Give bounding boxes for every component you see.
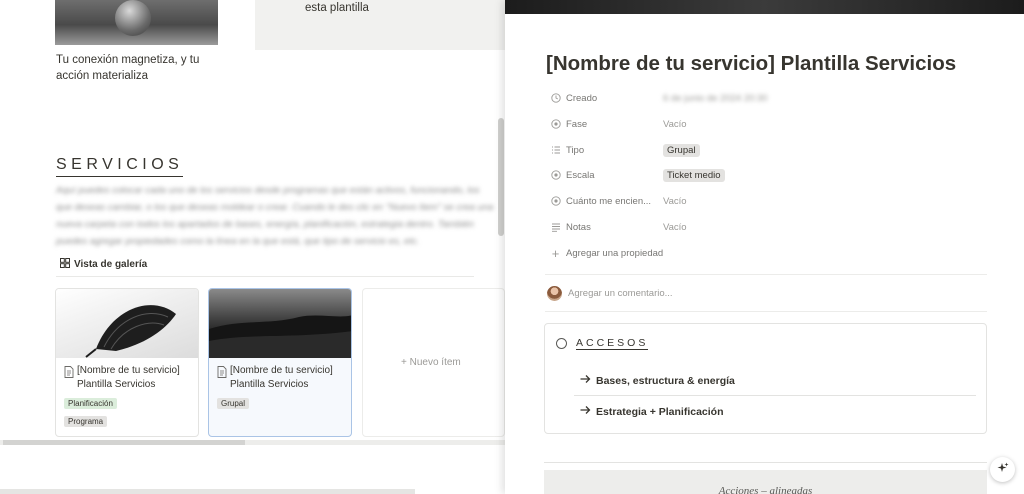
divider (544, 462, 987, 463)
arrow-right-icon (580, 374, 591, 387)
gallery-card[interactable]: [Nombre de tu servicio] Plantilla Servic… (55, 288, 199, 437)
property-fase[interactable]: Fase (549, 116, 587, 132)
property-label: Creado (566, 92, 598, 104)
card-cover-image (209, 289, 351, 358)
property-escala[interactable]: Escala (549, 167, 595, 183)
circle-icon (556, 338, 567, 349)
link-label: Estrategia + Planificación (596, 405, 724, 418)
hero-grey-block (255, 0, 505, 50)
accesos-heading: ACCESOS (576, 337, 649, 350)
property-value[interactable]: Grupal (663, 142, 700, 158)
gallery-icon (60, 258, 70, 271)
status-icon (549, 196, 562, 206)
property-label: Tipo (566, 144, 585, 156)
property-label: Escala (566, 169, 595, 181)
accesos-block: ACCESOS Bases, estructura & energía Estr… (544, 323, 987, 434)
cover-image (505, 0, 1024, 14)
status-icon (549, 170, 562, 180)
select-chip: Ticket medio (663, 168, 725, 182)
card-title: [Nombre de tu servicio] Plantilla Servic… (77, 365, 180, 390)
text-icon (549, 222, 562, 232)
property-value[interactable]: Ticket medio (663, 167, 725, 183)
page-scrollbar[interactable] (0, 489, 415, 494)
page-icon (217, 365, 227, 383)
gallery-page: Tu conexión magnetiza, y tu acción mater… (0, 0, 505, 494)
property-tipo[interactable]: Tipo (549, 142, 584, 158)
tag-badge: Planificación (64, 398, 117, 409)
section-description: Aquí puedes colocar cada uno de los serv… (56, 185, 494, 247)
property-label: Cuánto me encien... (566, 195, 652, 207)
tag-badge: Grupal (217, 398, 250, 409)
vertical-scrollbar[interactable] (498, 118, 504, 236)
horizontal-scrollbar[interactable] (3, 440, 245, 445)
gallery-tab-label: Vista de galería (74, 259, 148, 270)
new-item-button[interactable]: + Nuevo ítem (401, 357, 461, 368)
property-notas[interactable]: Notas (549, 219, 591, 235)
divider (545, 311, 987, 312)
clock-icon (549, 93, 562, 103)
link-estrategia-planificacion[interactable]: Estrategia + Planificación (580, 405, 724, 418)
sparkle-icon (997, 462, 1009, 477)
property-value: 6 de junio de 2024 20:30 (663, 92, 768, 104)
property-value[interactable]: Vacío (663, 193, 687, 209)
page-icon (64, 365, 74, 383)
hero-caption: Tu conexión magnetiza, y tu acción mater… (56, 54, 200, 82)
acciones-block: Acciones – alineadas (544, 470, 987, 494)
section-title: SERVICIOS (56, 156, 184, 177)
add-comment-input[interactable]: Agregar un comentario... (547, 286, 673, 301)
add-comment-placeholder: Agregar un comentario... (568, 288, 673, 299)
add-property-label: Agregar una propiedad (566, 247, 664, 259)
page-title[interactable]: [Nombre de tu servicio] Plantilla Servic… (546, 52, 956, 76)
tag-badge: Programa (64, 416, 108, 427)
ai-assistant-button[interactable] (990, 457, 1015, 482)
card-cover-image (56, 289, 198, 358)
divider (545, 274, 987, 275)
property-value[interactable]: Vacío (663, 116, 687, 132)
acciones-heading: Acciones – alineadas (718, 485, 813, 494)
new-item-card[interactable]: + Nuevo ítem (362, 288, 505, 437)
gallery-card[interactable]: [Nombre de tu servicio] Plantilla Servic… (208, 288, 352, 437)
property-value[interactable]: Vacío (663, 219, 687, 235)
plus-icon: + (551, 245, 560, 261)
hero-grey-text: esta plantilla (305, 2, 369, 14)
select-chip: Grupal (663, 143, 700, 157)
avatar (547, 286, 562, 301)
tab-gallery-view[interactable]: Vista de galería (60, 258, 147, 271)
divider (574, 395, 976, 396)
side-peek-page: [Nombre de tu servicio] Plantilla Servic… (505, 0, 1024, 494)
list-icon (549, 145, 562, 155)
property-label: Fase (566, 118, 588, 130)
link-bases-estructura-energia[interactable]: Bases, estructura & energía (580, 374, 735, 387)
arrow-right-icon (580, 405, 591, 418)
property-creado[interactable]: Creado (549, 90, 597, 106)
status-icon (549, 119, 562, 129)
divider (56, 276, 474, 277)
property-label: Notas (566, 221, 591, 233)
property-cuanto-me-enciende[interactable]: Cuánto me encien... (549, 193, 651, 209)
card-title: [Nombre de tu servicio] Plantilla Servic… (230, 365, 333, 390)
hero-image (55, 0, 218, 45)
add-property-button[interactable]: + Agregar una propiedad (549, 245, 663, 261)
link-label: Bases, estructura & energía (596, 374, 735, 387)
